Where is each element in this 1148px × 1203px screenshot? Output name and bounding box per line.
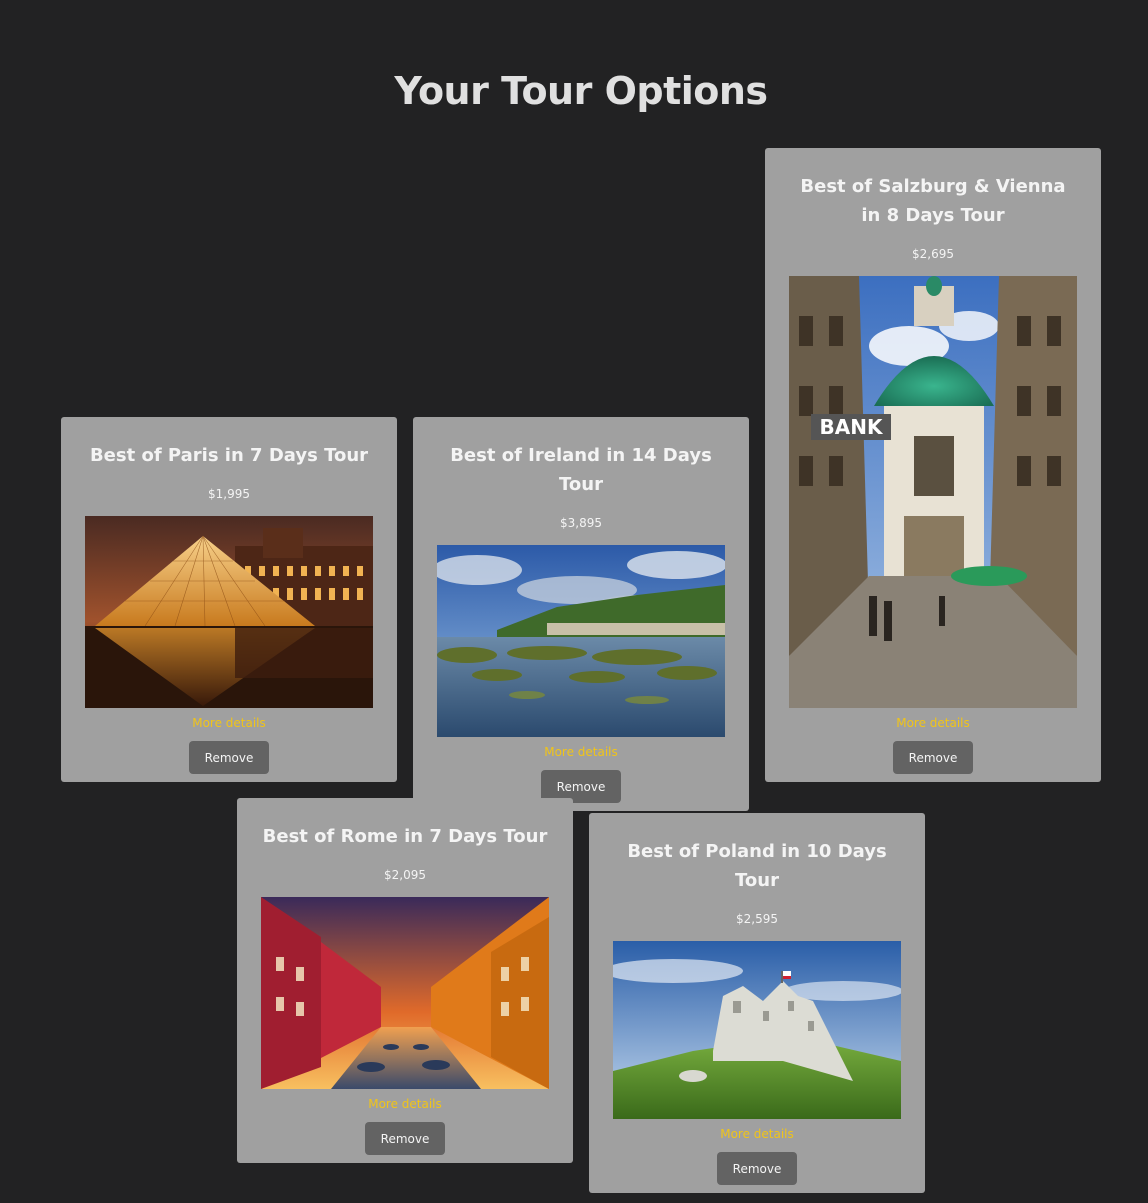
svg-text:BANK: BANK [820,415,884,439]
tour-card-rome: Best of Rome in 7 Days Tour $2,095 More … [237,798,573,1163]
tour-title: Best of Rome in 7 Days Tour [262,826,548,847]
tour-image-vienna: BANK [789,276,1077,708]
remove-button[interactable]: Remove [365,1122,445,1155]
more-details-link[interactable]: More details [261,1096,549,1112]
tour-price: $2,695 [912,247,954,261]
more-details-link[interactable]: More details [789,715,1077,731]
remove-button[interactable]: Remove [717,1152,797,1185]
tour-title: Best of Poland in 10 Days Tour [627,841,887,891]
tour-card-paris: Best of Paris in 7 Days Tour $1,995 More… [61,417,397,782]
tour-image-poland [613,941,901,1119]
more-details-link[interactable]: More details [437,744,725,760]
tour-price: $3,895 [560,516,602,530]
tour-card-salzburg-vienna: Best of Salzburg & Vienna in 8 Days Tour… [765,148,1101,782]
page-title: Your Tour Options [394,69,768,113]
tour-title: Best of Ireland in 14 Days Tour [450,445,712,495]
remove-button[interactable]: Remove [893,741,973,774]
tour-image-rome [261,897,549,1089]
tour-price: $2,595 [736,912,778,926]
remove-button[interactable]: Remove [189,741,269,774]
tour-price: $1,995 [208,487,250,501]
tour-card-ireland: Best of Ireland in 14 Days Tour $3,895 M… [413,417,749,811]
more-details-link[interactable]: More details [85,715,373,731]
tour-title: Best of Paris in 7 Days Tour [89,445,369,466]
tour-image-ireland [437,545,725,737]
tour-title: Best of Salzburg & Vienna in 8 Days Tour [800,176,1066,226]
tour-image-paris [85,516,373,708]
tour-card-poland: Best of Poland in 10 Days Tour $2,595 Mo… [589,813,925,1193]
tour-price: $2,095 [384,868,426,882]
more-details-link[interactable]: More details [613,1126,901,1142]
